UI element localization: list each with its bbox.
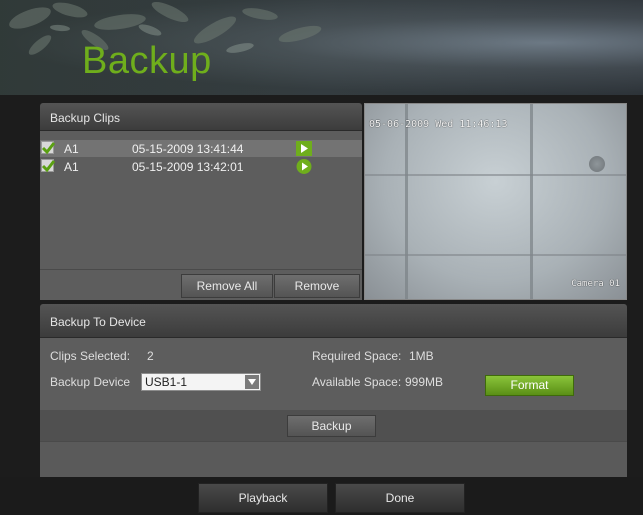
backup-button[interactable]: Backup xyxy=(287,415,376,437)
device-settings: Clips Selected: 2 Required Space: 1MB Ba… xyxy=(40,338,627,410)
backup-device-label: Backup Device xyxy=(50,375,131,389)
page-title: Backup xyxy=(82,40,212,82)
wall-line xyxy=(365,174,626,176)
required-space-value: 1MB xyxy=(409,349,434,363)
wall-line xyxy=(365,254,626,256)
play-icon[interactable] xyxy=(296,159,312,174)
osd-camera-name: Camera 01 xyxy=(571,279,620,289)
required-space-label: Required Space: xyxy=(312,349,402,363)
backup-device-value: USB1-1 xyxy=(145,375,188,389)
available-space-value: 999MB xyxy=(405,375,444,389)
remove-all-button[interactable]: Remove All xyxy=(181,274,273,298)
format-button[interactable]: Format xyxy=(485,375,574,396)
checkmark-icon xyxy=(41,160,56,173)
list-item[interactable]: A1 05-15-2009 13:41:44 xyxy=(40,140,362,157)
header-banner: Backup xyxy=(0,0,643,95)
backup-device-select[interactable]: USB1-1 xyxy=(141,373,261,391)
backup-window: Backup Backup Clips A1 05-15-2009 13:41:… xyxy=(0,0,643,515)
playback-button[interactable]: Playback xyxy=(198,483,328,513)
clips-selected-label: Clips Selected: xyxy=(50,349,131,363)
clip-camera: A1 xyxy=(64,160,79,174)
clips-list: A1 05-15-2009 13:41:44 A1 05-15-2009 13:… xyxy=(40,131,362,269)
wall-line xyxy=(530,104,533,299)
clip-time: 05-15-2009 13:42:01 xyxy=(132,160,244,174)
bottom-bar: Playback Done xyxy=(0,477,643,515)
play-icon[interactable] xyxy=(296,141,312,156)
remove-button[interactable]: Remove xyxy=(274,274,360,298)
list-item[interactable]: A1 05-15-2009 13:42:01 xyxy=(40,158,362,175)
available-space-label: Available Space: xyxy=(312,375,402,389)
wall-line xyxy=(405,104,408,299)
backup-action-row: Backup xyxy=(40,410,627,441)
backup-device-title: Backup To Device xyxy=(40,304,627,338)
video-preview[interactable]: 05-06-2009 Wed 11:46:13 Camera 01 xyxy=(364,103,627,300)
osd-timestamp: 05-06-2009 Wed 11:46:13 xyxy=(369,119,508,130)
wall-fixture xyxy=(589,156,605,172)
backup-clips-title: Backup Clips xyxy=(40,103,362,131)
clip-time: 05-15-2009 13:41:44 xyxy=(132,142,244,156)
clips-selected-value: 2 xyxy=(147,349,154,363)
clip-checkbox[interactable] xyxy=(41,159,56,173)
clip-camera: A1 xyxy=(64,142,79,156)
chevron-down-icon[interactable] xyxy=(245,375,259,389)
done-button[interactable]: Done xyxy=(335,483,465,513)
checkmark-icon xyxy=(41,142,56,155)
clip-checkbox[interactable] xyxy=(41,141,56,155)
clips-actions: Remove All Remove xyxy=(40,269,362,300)
footer-strip xyxy=(40,441,627,478)
